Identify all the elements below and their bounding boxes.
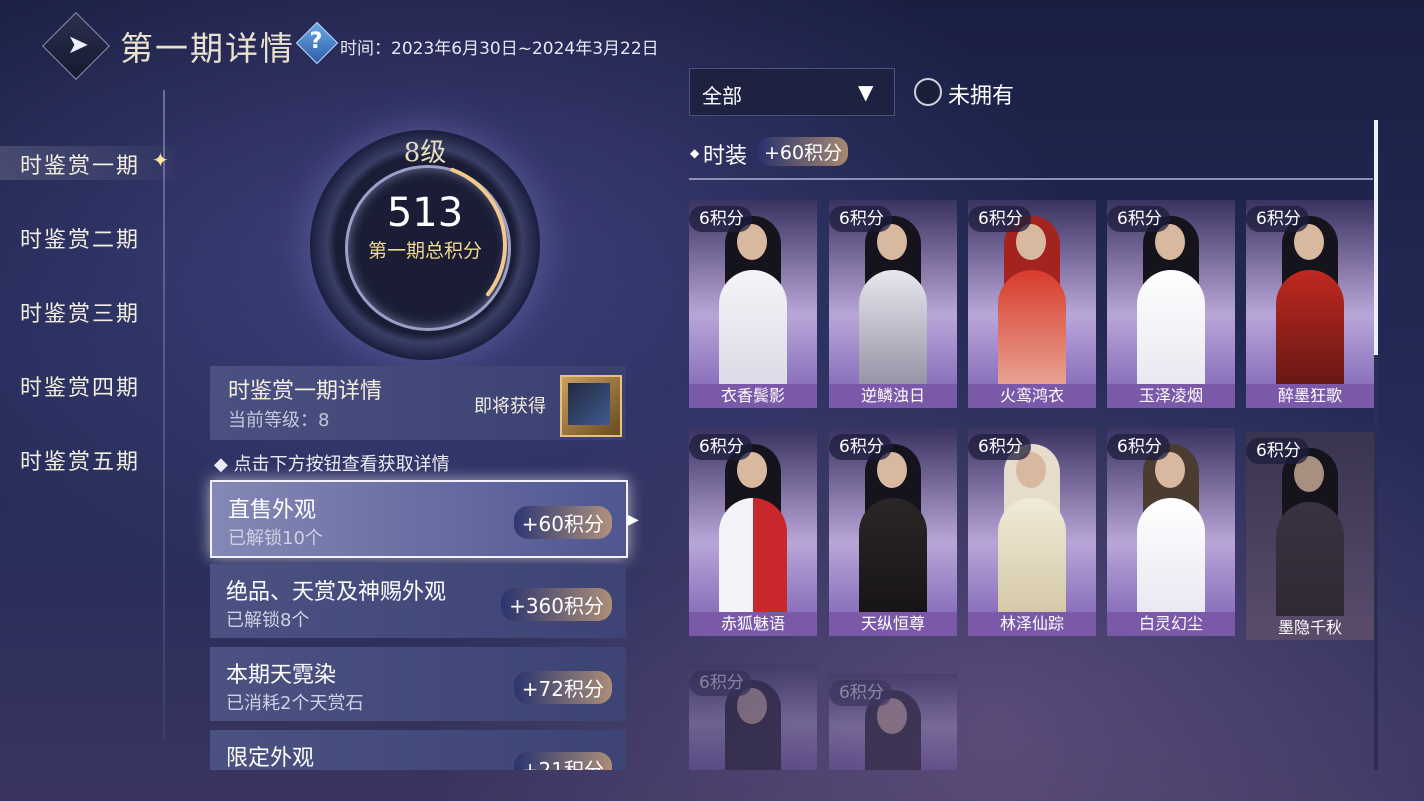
- costume-card[interactable]: 6积分 玉泽凌烟: [1107, 200, 1235, 408]
- category-name: 直售外观: [228, 498, 317, 523]
- costume-name: 醉墨狂歌: [1246, 384, 1374, 408]
- category-name: 限定外观: [226, 746, 315, 770]
- costume-name: 衣香鬓影: [689, 384, 817, 408]
- nav-divider: [163, 90, 165, 740]
- costume-card[interactable]: 6积分 逆鳞浊日: [829, 200, 957, 408]
- costume-name: 逆鳞浊日: [829, 384, 957, 408]
- category-sub: 已解锁10个: [228, 528, 323, 549]
- points-badge: 6积分: [1107, 206, 1170, 232]
- filter-selected: 全部: [702, 84, 742, 108]
- costume-name: 玉泽凌烟: [1107, 384, 1235, 408]
- period-time: 时间：2023年6月30日~2024年3月22日: [340, 39, 659, 59]
- scrollbar-thumb[interactable]: [1374, 120, 1378, 355]
- costume-name: 墨隐千秋: [1246, 616, 1374, 640]
- costume-card[interactable]: 6积分 赤狐魅语: [689, 428, 817, 636]
- category-premium[interactable]: 绝品、天赏及神赐外观 已解锁8个 +360积分: [210, 564, 626, 638]
- points-badge: 6积分: [829, 680, 892, 706]
- costume-card[interactable]: 6积分 天纵恒尊: [829, 428, 957, 636]
- points-badge: 6积分: [689, 434, 752, 460]
- category-sub: 已消耗2个天赏石: [226, 693, 364, 714]
- not-owned-label: 未拥有: [948, 84, 1015, 109]
- nav-item-period-3[interactable]: 时鉴赏三期: [20, 296, 140, 328]
- help-icon: ?: [309, 29, 323, 54]
- total-score-label: 第一期总积分: [367, 240, 482, 262]
- costume-name: 火鸾鸿衣: [968, 384, 1096, 408]
- costume-name: 林泽仙踪: [968, 612, 1096, 636]
- page-title: 第一期详情: [120, 29, 295, 68]
- costume-name: 赤狐魅语: [689, 612, 817, 636]
- points-badge: 6积分: [689, 670, 752, 696]
- category-points: +60积分: [513, 506, 612, 539]
- points-badge: 6积分: [968, 206, 1031, 232]
- costume-card[interactable]: 6积分 醉墨狂歌: [1246, 200, 1374, 408]
- current-level: 当前等级：8: [228, 410, 330, 431]
- costume-card[interactable]: 6积分 白灵幻尘: [1107, 428, 1235, 636]
- category-sub: 已解锁8个: [226, 610, 310, 631]
- nav-item-period-2[interactable]: 时鉴赏二期: [20, 222, 140, 254]
- costume-card[interactable]: 6积分 林泽仙踪: [968, 428, 1096, 636]
- level-label: 8级: [403, 138, 447, 168]
- section-title: 时装: [703, 144, 748, 169]
- costume-name: 白灵幻尘: [1107, 612, 1235, 636]
- nav-item-period-1[interactable]: 时鉴赏一期: [20, 148, 140, 180]
- back-arrow-icon: ➤: [67, 30, 89, 60]
- not-owned-radio[interactable]: [914, 78, 942, 106]
- category-points: +21积分: [513, 752, 612, 770]
- costume-card[interactable]: 6积分: [689, 664, 817, 770]
- total-score: 513: [386, 190, 464, 236]
- nav-item-period-4[interactable]: 时鉴赏四期: [20, 370, 140, 402]
- reward-item-icon: [568, 383, 610, 425]
- costume-name: 天纵恒尊: [829, 612, 957, 636]
- hint-text: ◆ 点击下方按钮查看获取详情: [214, 454, 450, 475]
- category-name: 绝品、天赏及神赐外观: [226, 580, 447, 605]
- active-marker-icon: ✦: [152, 148, 169, 172]
- upcoming-reward-label: 即将获得: [474, 396, 546, 417]
- selected-arrow-icon: ▶: [628, 512, 639, 528]
- points-badge: 6积分: [829, 206, 892, 232]
- period-detail-title: 时鉴赏一期详情: [228, 379, 383, 404]
- section-divider: [689, 178, 1373, 180]
- costume-card[interactable]: 6积分 衣香鬓影: [689, 200, 817, 408]
- nav-item-period-5[interactable]: 时鉴赏五期: [20, 444, 140, 476]
- category-points: +72积分: [513, 671, 612, 704]
- chevron-down-icon: ▼: [858, 80, 874, 104]
- costume-card[interactable]: 6积分 火鸾鸿衣: [968, 200, 1096, 408]
- category-direct-sale[interactable]: 直售外观 已解锁10个 +60积分: [210, 480, 628, 558]
- section-bullet-icon: ◆: [690, 146, 700, 160]
- section-points: +60积分: [758, 137, 849, 166]
- points-badge: 6积分: [689, 206, 752, 232]
- costume-card[interactable]: 6积分 墨隐千秋: [1246, 432, 1374, 640]
- category-name: 本期天霓染: [226, 663, 337, 688]
- category-dye[interactable]: 本期天霓染 已消耗2个天赏石 +72积分: [210, 647, 626, 721]
- points-badge: 6积分: [829, 434, 892, 460]
- points-badge: 6积分: [1107, 434, 1170, 460]
- points-badge: 6积分: [1246, 206, 1309, 232]
- costume-card[interactable]: 6积分: [829, 674, 957, 770]
- category-limited[interactable]: 限定外观 +21积分: [210, 730, 626, 770]
- category-points: +360积分: [501, 588, 612, 621]
- points-badge: 6积分: [1246, 438, 1309, 464]
- points-badge: 6积分: [968, 434, 1031, 460]
